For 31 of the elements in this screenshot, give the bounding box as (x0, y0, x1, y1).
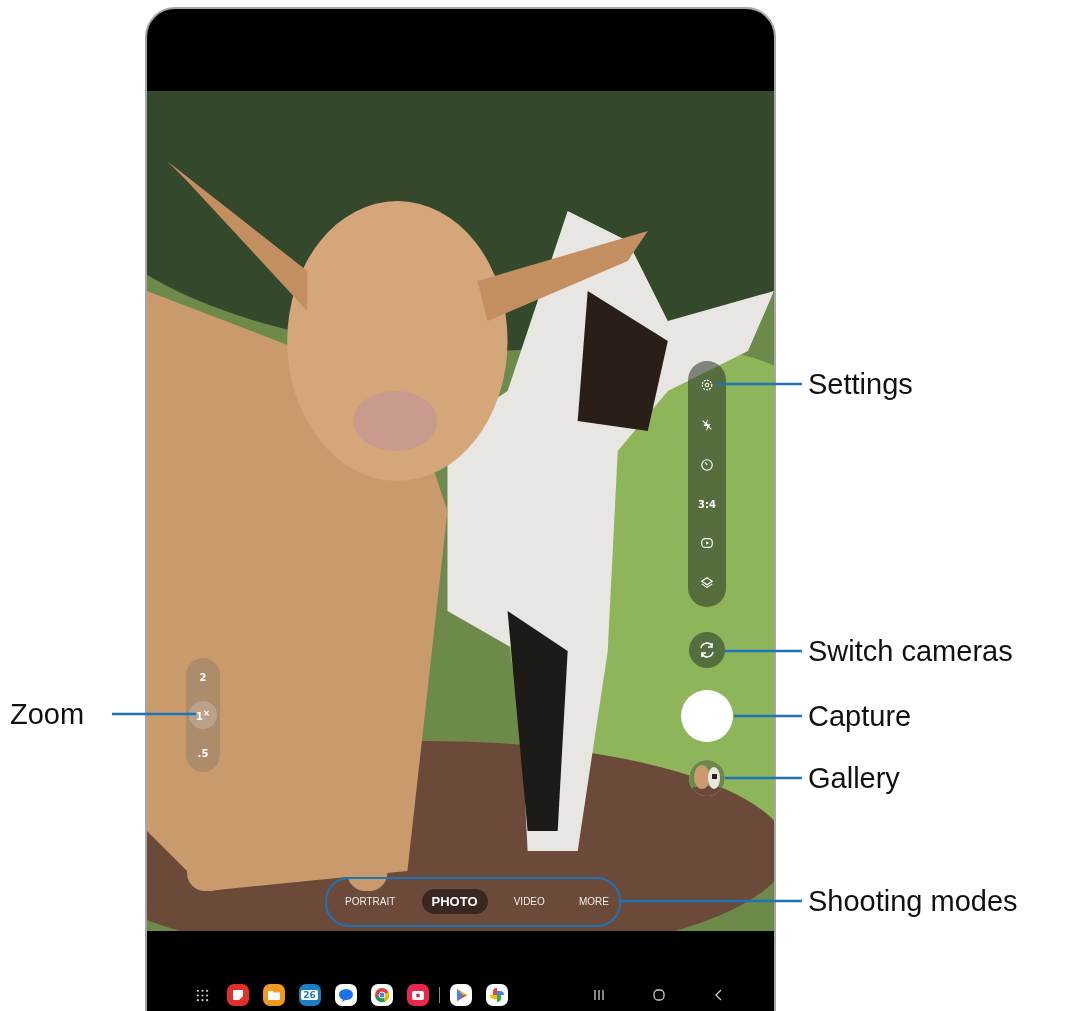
callout-label: Shooting modes (808, 884, 1018, 919)
mode-tab[interactable]: PHOTO (421, 889, 488, 914)
mode-tab[interactable]: PORTRAIT (337, 891, 404, 912)
timer-icon[interactable] (700, 458, 714, 473)
mode-tab[interactable]: VIDEO (505, 891, 553, 912)
recents-icon[interactable] (591, 988, 606, 1002)
rotate-icon (697, 640, 717, 660)
callout-label: Gallery (808, 761, 900, 796)
app-grid-icon[interactable] (195, 988, 209, 1002)
aspect-ratio-button[interactable]: 3:4 (698, 498, 716, 510)
callout-label: Capture (808, 699, 912, 734)
calendar-app-icon[interactable]: 26 (298, 984, 321, 1006)
callout-label: Zoom (10, 697, 85, 732)
play-store-icon[interactable] (449, 984, 472, 1006)
callout-label: Settings (808, 367, 913, 402)
motion-photo-icon[interactable] (700, 535, 714, 550)
browser-app-icon[interactable] (370, 984, 393, 1006)
zoom-level-button[interactable]: .5 (189, 739, 217, 767)
leader-line (734, 714, 802, 718)
mode-tab[interactable]: MORE (571, 891, 617, 912)
callout-label: Switch cameras (808, 634, 1013, 669)
home-icon[interactable] (651, 988, 666, 1002)
chat-app-icon[interactable] (334, 984, 357, 1006)
notes-app-icon[interactable] (226, 984, 249, 1006)
settings-icon[interactable] (700, 378, 714, 393)
layers-icon[interactable] (700, 575, 714, 590)
flash-off-icon[interactable] (700, 418, 714, 433)
pinwheel-app-icon[interactable] (485, 984, 508, 1006)
folder-app-icon[interactable] (262, 984, 285, 1006)
zoom-level-button[interactable]: 2 (189, 663, 217, 691)
camera-app-icon[interactable] (406, 984, 429, 1006)
